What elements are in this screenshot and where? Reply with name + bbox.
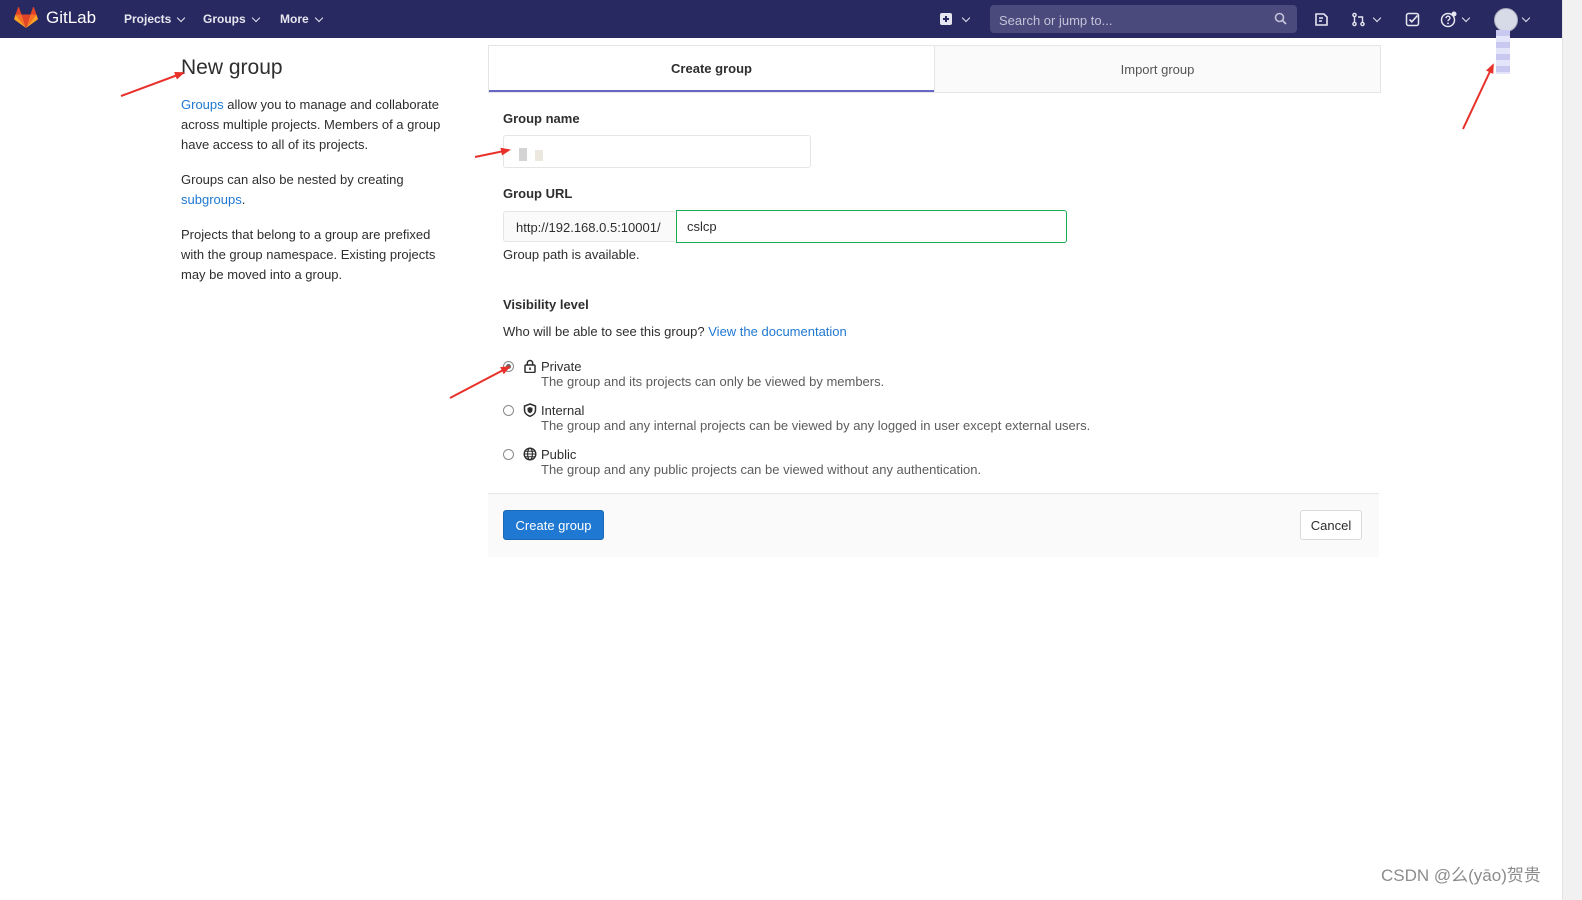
nav-groups-label: Groups <box>203 12 246 26</box>
todo-check-icon <box>1405 12 1420 26</box>
group-name-label: Group name <box>503 111 580 126</box>
new-item-dropdown[interactable] <box>939 9 973 29</box>
pixelated-redaction <box>1496 30 1510 74</box>
chevron-down-icon <box>1372 13 1382 22</box>
issues-button[interactable] <box>1314 9 1334 29</box>
page-scrollbar[interactable] <box>1562 0 1582 900</box>
chevron-down-icon <box>1461 13 1471 22</box>
subgroups-help-link[interactable]: subgroups <box>181 192 242 207</box>
arrow-to-title <box>120 72 185 97</box>
arrow-to-private <box>449 366 511 399</box>
tab-create-group[interactable]: Create group <box>489 46 934 92</box>
nav-groups-dropdown[interactable]: Groups <box>203 12 260 26</box>
nav-projects-dropdown[interactable]: Projects <box>124 12 186 26</box>
visibility-doc-link[interactable]: View the documentation <box>708 324 847 339</box>
group-url-label: Group URL <box>503 186 573 201</box>
nav-more-label: More <box>280 12 309 26</box>
group-path-status: Group path is available. <box>503 247 640 262</box>
gitlab-home-link[interactable]: GitLab <box>14 7 96 29</box>
chevron-down-icon <box>314 13 323 22</box>
search-placeholder: Search or jump to... <box>999 13 1113 28</box>
groups-intro-text: Groups allow you to manage and collabora… <box>181 95 456 155</box>
page-description: New group Groups allow you to manage and… <box>181 56 456 285</box>
visibility-public-title: Public <box>541 447 577 462</box>
redacted-value <box>535 150 543 161</box>
visibility-private-title: Private <box>541 359 582 374</box>
lock-icon <box>524 359 536 373</box>
cancel-button[interactable]: Cancel <box>1300 510 1362 540</box>
brand-name: GitLab <box>46 8 97 27</box>
gitlab-logo-icon <box>14 7 38 28</box>
visibility-private-radio[interactable] <box>503 361 514 372</box>
subgroups-body: Groups can also be nested by creating <box>181 172 404 187</box>
help-icon <box>1440 11 1457 27</box>
tab-import-group[interactable]: Import group <box>934 46 1380 92</box>
issues-icon <box>1315 12 1328 26</box>
nav-projects-label: Projects <box>124 12 172 26</box>
group-url-prefix: http://192.168.0.5:10001/ <box>503 211 675 242</box>
group-path-field[interactable]: cslcp <box>676 210 1067 243</box>
subgroups-text: Groups can also be nested by creating su… <box>181 170 456 210</box>
watermark-text: CSDN @么(yāo)贺贵 <box>1381 866 1541 885</box>
search-input[interactable]: Search or jump to... <box>990 5 1297 33</box>
user-menu-dropdown[interactable] <box>1521 9 1535 29</box>
visibility-label: Visibility level <box>503 297 589 312</box>
namespace-text: Projects that belong to a group are pref… <box>181 227 436 282</box>
merge-requests-dropdown[interactable] <box>1351 9 1385 29</box>
chevron-down-icon <box>177 13 186 22</box>
groups-help-link[interactable]: Groups <box>181 97 224 112</box>
visibility-internal-radio[interactable] <box>503 405 514 416</box>
create-group-button[interactable]: Create group <box>503 510 604 540</box>
visibility-question: Who will be able to see this group? <box>503 324 705 339</box>
visibility-help: Who will be able to see this group? View… <box>503 324 847 339</box>
visibility-public-desc: The group and any public projects can be… <box>541 462 982 477</box>
search-icon <box>1274 12 1287 25</box>
visibility-public-radio[interactable] <box>503 449 514 460</box>
page-title: New group <box>181 56 283 79</box>
globe-icon <box>523 447 537 461</box>
merge-request-icon <box>1352 12 1365 26</box>
help-dropdown[interactable] <box>1440 9 1474 29</box>
visibility-private-desc: The group and its projects can only be v… <box>541 374 885 389</box>
visibility-internal-title: Internal <box>541 403 585 418</box>
form-actions: Create group Cancel <box>488 493 1379 557</box>
group-tabs: Create group Import group <box>488 45 1381 93</box>
group-name-field[interactable] <box>503 135 811 168</box>
chevron-down-icon <box>251 13 260 22</box>
chevron-down-icon <box>961 13 971 22</box>
shield-icon <box>523 403 537 417</box>
todos-button[interactable] <box>1405 9 1425 29</box>
redacted-value <box>519 148 527 161</box>
top-navbar: GitLab Projects Groups More Search or ju… <box>0 0 1562 38</box>
subgroups-end: . <box>241 192 246 207</box>
nav-more-dropdown[interactable]: More <box>280 12 323 26</box>
chevron-down-icon <box>1521 13 1531 22</box>
arrow-to-avatar <box>1462 63 1494 130</box>
plus-square-icon <box>940 13 952 25</box>
visibility-internal-desc: The group and any internal projects can … <box>541 418 1091 433</box>
user-avatar[interactable] <box>1494 8 1518 32</box>
